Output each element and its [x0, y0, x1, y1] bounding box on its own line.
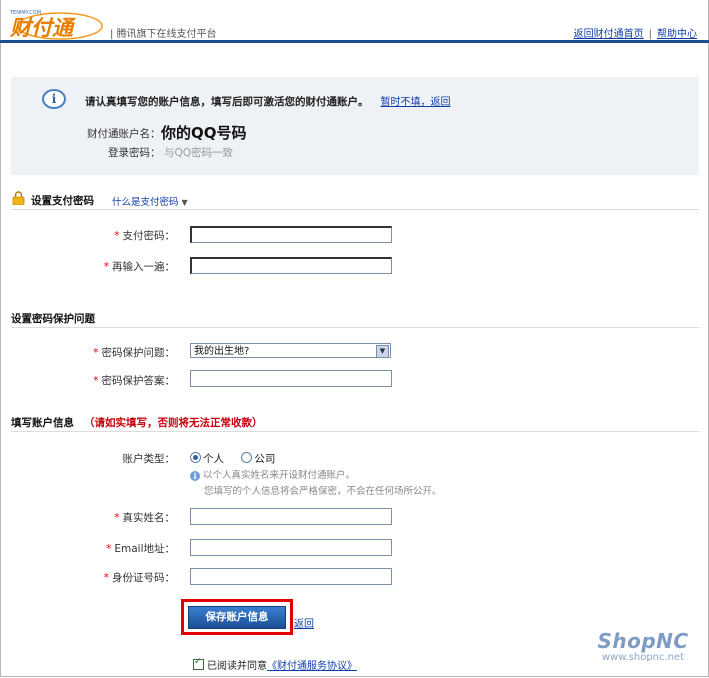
section-title: 填写账户信息 （请如实填写，否则将无法正常收款） [11, 417, 263, 429]
shopnc-watermark: ShopNC www.shopnc.net [587, 630, 699, 664]
tenpay-logo: TENPAY.COM 财付通 [9, 10, 103, 40]
watermark-brand: ShopNC [597, 629, 689, 653]
account-type-label: 账户类型： [122, 453, 176, 465]
header-bar [0, 40, 709, 43]
service-agreement-link[interactable]: 《财付通服务协议》 [267, 661, 357, 672]
security-answer-input[interactable] [190, 370, 392, 387]
radio-checked-icon[interactable] [190, 452, 201, 463]
section-security-question: 设置密码保护问题 [11, 309, 699, 328]
tagline: | 腾讯旗下在线支付平台 [110, 29, 217, 40]
caret-down-icon: ▼ [181, 198, 188, 207]
later-link[interactable]: 暂时不填，返回 [381, 97, 451, 108]
save-account-button[interactable]: 保存账户信息 [188, 606, 286, 629]
pay-password-confirm-label: * 再输入一遍： [103, 261, 175, 273]
info-icon: i [190, 471, 200, 481]
security-question-label: * 密码保护问题： [93, 347, 175, 359]
info-box: i 请认真填写您的账户信息，填写后即可激活您的财付通账户。 暂时不填，返回 财付通… [11, 77, 699, 175]
account-type-radios: 个人 公司 [190, 451, 275, 466]
agreement-row: 已阅读并同意《财付通服务协议》 [193, 657, 357, 672]
account-label: 财付通账户名： [87, 128, 161, 140]
email-label: * Email地址： [106, 543, 175, 555]
id-number-input[interactable] [190, 568, 392, 585]
top-links: 返回财付通首页 | 帮助中心 [574, 25, 697, 40]
pay-password-input[interactable] [190, 226, 392, 243]
section-pay-password: 设置支付密码 什么是支付密码 ▼ [11, 191, 699, 210]
radio-company[interactable]: 公司 [241, 452, 275, 465]
info-icon: i [42, 89, 66, 109]
real-name-input[interactable] [190, 508, 392, 525]
header: TENPAY.COM 财付通 | 腾讯旗下在线支付平台 返回财付通首页 | 帮助中心 [0, 0, 709, 44]
logo-text: 财付通 [9, 16, 76, 40]
privacy-note: 您填写的个人信息将会严格保密，不会在任何场所公开。 [204, 486, 442, 497]
what-is-pay-password-link[interactable]: 什么是支付密码 ▼ [112, 194, 188, 208]
real-name-label: * 真实姓名： [114, 512, 175, 524]
watermark-url: www.shopnc.net [601, 652, 685, 663]
agree-checkbox[interactable] [193, 657, 204, 670]
radio-personal[interactable]: 个人 [190, 452, 224, 465]
id-number-label: * 身份证号码： [103, 572, 175, 584]
section-title: 设置密码保护问题 [11, 313, 95, 325]
account-type-note: i 以个人真实姓名来开设财付通账户。 [190, 467, 355, 481]
link-separator: | [648, 29, 652, 40]
section-title: 设置支付密码 [31, 195, 94, 207]
login-password-hint: 与QQ密码一致 [164, 147, 234, 159]
pay-password-confirm-input[interactable] [190, 257, 392, 274]
security-answer-label: * 密码保护答案： [93, 375, 175, 387]
help-center-link[interactable]: 帮助中心 [657, 29, 697, 40]
back-link[interactable]: 返回 [294, 615, 314, 630]
radio-unchecked-icon[interactable] [241, 452, 253, 463]
home-link[interactable]: 返回财付通首页 [574, 29, 644, 40]
lock-icon [12, 191, 25, 205]
info-message: 请认真填写您的账户信息，填写后即可激活您的财付通账户。 暂时不填，返回 [85, 96, 451, 108]
section-warning: （请如实填写，否则将无法正常收款） [84, 417, 263, 429]
pay-password-label: * 支付密码： [114, 230, 175, 242]
section-account-info: 填写账户信息 （请如实填写，否则将无法正常收款） [11, 413, 699, 432]
chevron-down-icon[interactable]: ▼ [376, 345, 389, 358]
account-value: 你的QQ号码 [161, 124, 247, 142]
security-question-select[interactable]: 我的出生地? ▼ [190, 343, 391, 358]
email-input[interactable] [190, 539, 392, 556]
login-password-label: 登录密码： [108, 147, 161, 159]
